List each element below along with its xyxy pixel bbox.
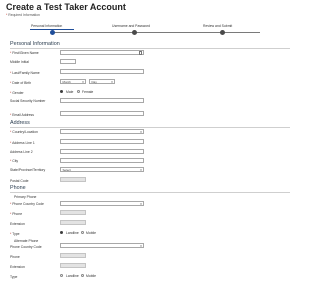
state-select[interactable]: Select ▾ bbox=[60, 167, 144, 172]
step-review-submit: Review and Submit bbox=[203, 24, 233, 28]
alt-phone-type-landline-label: Landline bbox=[66, 274, 79, 278]
phone-label: * Phone bbox=[10, 212, 23, 216]
alt-extension-label: Extension bbox=[10, 265, 25, 269]
alternate-phone-heading: Alternate Phone bbox=[14, 239, 39, 243]
gender-female-radio[interactable] bbox=[77, 90, 81, 94]
phone-country-code-select[interactable]: ▾ bbox=[60, 201, 144, 206]
personal-info-heading: Personal Information bbox=[10, 41, 60, 47]
postal-code-input[interactable] bbox=[60, 177, 86, 182]
phone-input[interactable] bbox=[60, 210, 86, 215]
country-select[interactable]: ▾ bbox=[60, 129, 144, 134]
dob-month-select[interactable]: Month ▾ bbox=[60, 79, 86, 84]
address-divider bbox=[10, 127, 290, 128]
last-name-label: * Last/Family Name bbox=[10, 71, 40, 75]
chevron-down-icon: ▾ bbox=[111, 80, 113, 84]
gender-male-radio[interactable] bbox=[60, 90, 64, 94]
step-personal-information: Personal Information bbox=[31, 24, 63, 28]
chevron-down-icon: ▾ bbox=[140, 244, 142, 248]
city-input[interactable] bbox=[60, 158, 144, 163]
phone-type-mobile-label: Mobile bbox=[86, 231, 96, 235]
required-note: * Required Information bbox=[6, 13, 40, 17]
chevron-down-icon: ▾ bbox=[140, 202, 142, 206]
address-line1-label: * Address Line 1 bbox=[10, 141, 35, 145]
country-label: * Country/Location bbox=[10, 130, 38, 134]
alt-phone-country-code-label: Phone Country Code bbox=[10, 245, 42, 249]
alt-phone-type-mobile-radio[interactable] bbox=[81, 274, 85, 278]
alt-phone-country-code-select[interactable]: ▾ bbox=[60, 243, 144, 248]
chevron-down-icon: ▾ bbox=[82, 80, 84, 84]
alt-phone-label: Phone bbox=[10, 255, 20, 259]
page-title: Create a Test Taker Account bbox=[6, 2, 126, 12]
alt-extension-input[interactable] bbox=[60, 263, 86, 268]
dob-day-select[interactable]: Day ▾ bbox=[89, 79, 115, 84]
phone-type-landline-radio[interactable] bbox=[60, 231, 64, 235]
chevron-down-icon: ▾ bbox=[140, 130, 142, 134]
alt-phone-input[interactable] bbox=[60, 253, 86, 258]
step-dot-username bbox=[132, 30, 137, 35]
ssn-label: Social Security Number bbox=[10, 99, 46, 103]
required-note-text: Required Information bbox=[8, 13, 40, 17]
gender-label: * Gender bbox=[10, 91, 24, 95]
address-line1-input[interactable] bbox=[60, 139, 144, 144]
dob-label: * Date of Birth bbox=[10, 81, 32, 85]
address-line2-label: Address Line 2 bbox=[10, 150, 33, 154]
gender-female-label: Female bbox=[82, 90, 94, 94]
personal-info-divider bbox=[10, 48, 290, 49]
extension-label: Extension bbox=[10, 222, 25, 226]
step-username-password: Username and Password bbox=[112, 24, 151, 28]
address-heading: Address bbox=[10, 120, 30, 126]
middle-initial-input[interactable] bbox=[60, 59, 76, 64]
middle-initial-label: Middle Initial bbox=[10, 60, 29, 64]
state-label: State/Province/Territory bbox=[10, 168, 46, 172]
step-dot-personal bbox=[50, 30, 55, 35]
city-label: * City bbox=[10, 159, 19, 163]
calendar-icon bbox=[138, 51, 142, 55]
chevron-down-icon: ▾ bbox=[140, 168, 142, 172]
phone-type-label: * Type bbox=[10, 232, 20, 236]
step-dot-review bbox=[220, 30, 225, 35]
first-name-label: * First/Given Name bbox=[10, 51, 39, 55]
phone-heading: Phone bbox=[10, 185, 26, 191]
gender-male-label: Male bbox=[66, 90, 74, 94]
alt-phone-type-landline-radio[interactable] bbox=[60, 274, 64, 278]
extension-input[interactable] bbox=[60, 220, 86, 225]
ssn-input[interactable] bbox=[60, 98, 144, 103]
phone-type-mobile-radio[interactable] bbox=[81, 231, 85, 235]
last-name-input[interactable] bbox=[60, 69, 144, 74]
steps-progress-line bbox=[52, 32, 260, 34]
phone-type-landline-label: Landline bbox=[66, 231, 79, 235]
address-line2-input[interactable] bbox=[60, 149, 144, 154]
email-input[interactable] bbox=[60, 111, 144, 116]
email-label: * Email Address bbox=[10, 113, 34, 117]
alt-phone-type-label: Type bbox=[10, 275, 18, 279]
primary-phone-heading: Primary Phone bbox=[14, 195, 37, 199]
alt-phone-type-mobile-label: Mobile bbox=[86, 274, 96, 278]
first-name-input[interactable] bbox=[60, 50, 144, 55]
postal-code-label: Postal Code bbox=[10, 179, 29, 183]
phone-country-code-label: * Phone Country Code bbox=[10, 202, 44, 206]
phone-divider bbox=[10, 192, 290, 193]
